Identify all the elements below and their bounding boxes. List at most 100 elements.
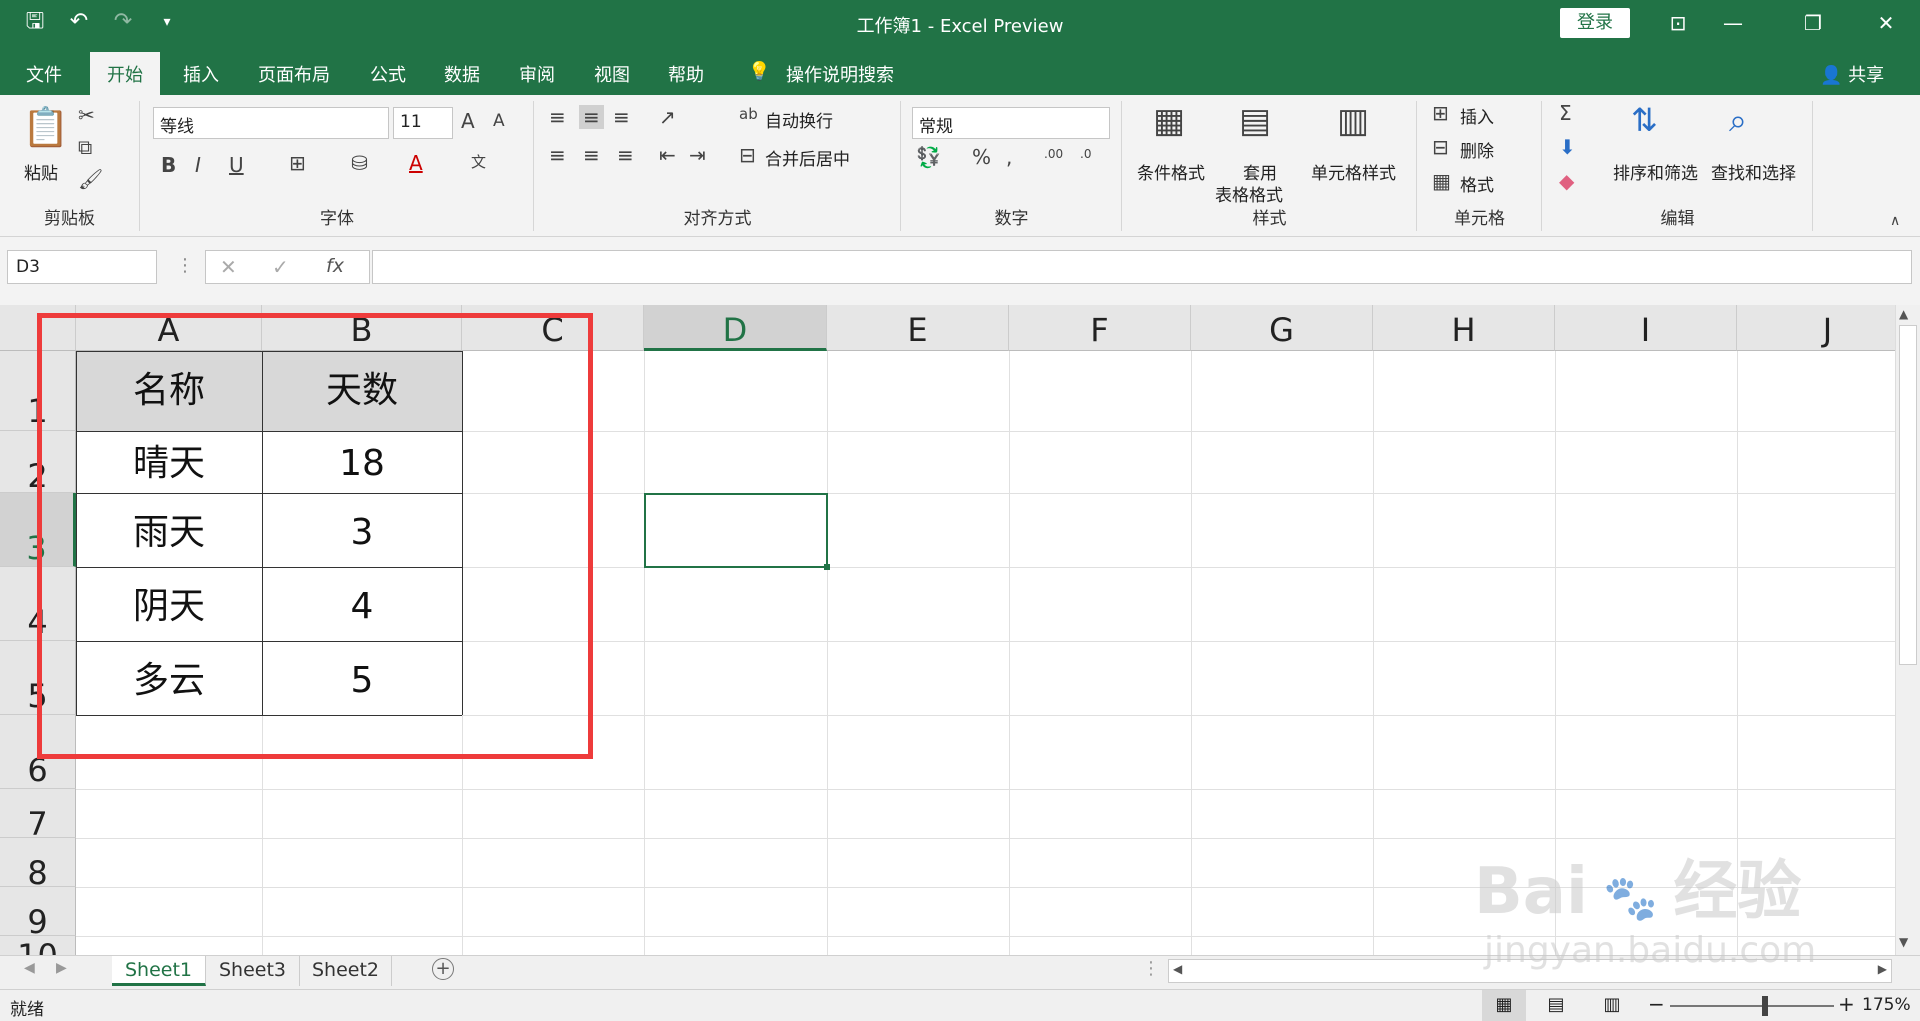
conditional-format-button[interactable]: 条件格式 — [1137, 159, 1205, 184]
percent-icon[interactable]: % — [972, 145, 991, 169]
column-header-h[interactable]: H — [1373, 305, 1555, 351]
tab-insert[interactable]: 插入 — [183, 61, 219, 87]
number-format-box[interactable]: 常规 — [912, 107, 1110, 139]
format-table-icon[interactable]: ▤ — [1239, 101, 1271, 141]
login-button[interactable]: 登录 — [1560, 8, 1630, 38]
tab-formulas[interactable]: 公式 — [370, 61, 406, 87]
comma-icon[interactable]: , — [1006, 145, 1012, 169]
restore-icon[interactable]: ❐ — [1795, 8, 1831, 38]
paste-icon[interactable]: 📋 — [22, 105, 69, 150]
sheet-tab-2[interactable]: Sheet2 — [300, 956, 392, 986]
insert-function-icon[interactable]: fx — [326, 255, 344, 277]
column-header-e[interactable]: E — [827, 305, 1009, 351]
scroll-down-icon[interactable]: ▼ — [1899, 935, 1908, 949]
column-header-j[interactable]: J — [1737, 305, 1895, 351]
autosum-icon[interactable]: Σ — [1559, 101, 1572, 125]
page-break-icon[interactable]: ▥ — [1594, 990, 1630, 1020]
increase-decimal-icon[interactable]: .00 — [1044, 147, 1063, 161]
scroll-up-icon[interactable]: ▲ — [1899, 307, 1908, 321]
format-cells-button[interactable]: 格式 — [1460, 171, 1494, 196]
column-header-d[interactable]: D — [644, 305, 827, 351]
decrease-font-icon[interactable]: A — [493, 111, 505, 131]
currency-icon[interactable]: 💱 — [916, 145, 941, 169]
share-button[interactable]: 👤 共享 — [1820, 61, 1884, 87]
fill-color-icon[interactable]: ⛁ — [351, 151, 368, 175]
tab-file[interactable]: 文件 — [26, 61, 62, 87]
split-handle[interactable]: ⋮ — [1142, 958, 1160, 979]
column-header-i[interactable]: I — [1555, 305, 1737, 351]
insert-cells-button[interactable]: 插入 — [1460, 103, 1494, 128]
row-header-7[interactable]: 7 — [0, 789, 76, 838]
align-center-icon[interactable]: ≡ — [583, 143, 600, 167]
tab-view[interactable]: 视图 — [594, 61, 630, 87]
vertical-scroll-thumb[interactable] — [1899, 325, 1917, 665]
increase-font-icon[interactable]: A — [461, 109, 475, 133]
align-right-icon[interactable]: ≡ — [617, 143, 634, 167]
italic-icon[interactable]: I — [195, 153, 201, 177]
page-layout-icon[interactable]: ▤ — [1538, 990, 1574, 1020]
align-left-icon[interactable]: ≡ — [549, 143, 566, 167]
column-header-g[interactable]: G — [1191, 305, 1373, 351]
vertical-scrollbar[interactable]: ▲ ▼ — [1895, 305, 1920, 955]
cancel-icon[interactable]: ✕ — [220, 255, 237, 279]
top-align-icon[interactable]: ≡ — [549, 105, 566, 129]
formula-input[interactable] — [372, 250, 1912, 284]
sheet-tab-3[interactable]: Sheet3 — [206, 956, 300, 986]
middle-align-icon[interactable]: ≡ — [579, 105, 604, 129]
format-cells-icon[interactable]: ▦ — [1432, 169, 1451, 193]
delete-cells-button[interactable]: 删除 — [1460, 137, 1494, 162]
cut-icon[interactable]: ✂ — [78, 103, 95, 127]
conditional-format-icon[interactable]: ▦ — [1153, 101, 1185, 141]
minimize-icon[interactable]: — — [1715, 8, 1751, 38]
normal-view-icon[interactable]: ▦ — [1482, 990, 1526, 1021]
collapse-ribbon-icon[interactable]: ∧ — [1890, 213, 1900, 229]
tab-home[interactable]: 开始 — [90, 52, 160, 95]
zoom-slider[interactable] — [1670, 1005, 1834, 1007]
font-size-box[interactable]: 11 — [393, 107, 453, 139]
format-painter-icon[interactable]: 🖌 — [78, 167, 103, 191]
tab-help[interactable]: 帮助 — [668, 61, 704, 87]
copy-icon[interactable]: ⧉ — [78, 135, 92, 159]
cell-styles-button[interactable]: 单元格样式 — [1311, 159, 1396, 184]
increase-indent-icon[interactable]: ⇥ — [689, 143, 706, 167]
tab-data[interactable]: 数据 — [444, 61, 480, 87]
font-name-box[interactable]: 等线 — [153, 107, 389, 139]
zoom-slider-thumb[interactable] — [1762, 996, 1768, 1016]
decrease-indent-icon[interactable]: ⇤ — [659, 143, 676, 167]
zoom-out-icon[interactable]: − — [1648, 992, 1665, 1016]
tab-page-layout[interactable]: 页面布局 — [258, 61, 330, 87]
clear-icon[interactable]: ◆ — [1559, 169, 1574, 193]
sheet-prev-icon[interactable]: ◀ — [24, 960, 35, 976]
add-sheet-icon[interactable]: + — [432, 958, 454, 980]
merge-center-button[interactable]: 合并后居中 — [765, 145, 850, 170]
merge-icon[interactable]: ⊟ — [739, 143, 756, 167]
cell-styles-icon[interactable]: ▥ — [1337, 101, 1369, 141]
border-icon[interactable]: ⊞ — [289, 151, 306, 175]
row-header-8[interactable]: 8 — [0, 838, 76, 887]
orientation-icon[interactable]: ↗ — [659, 105, 676, 129]
zoom-in-icon[interactable]: + — [1838, 992, 1855, 1016]
close-icon[interactable]: ✕ — [1868, 8, 1904, 38]
wrap-text-button[interactable]: 自动换行 — [765, 107, 833, 132]
name-box[interactable]: D3 — [7, 250, 157, 284]
sheet-tab-1[interactable]: Sheet1 — [112, 956, 206, 986]
tab-review[interactable]: 审阅 — [519, 61, 555, 87]
wrap-text-icon[interactable]: ab — [739, 105, 758, 123]
sort-filter-icon[interactable]: ⇅ — [1631, 101, 1658, 139]
scroll-left-icon[interactable]: ◀ — [1173, 962, 1182, 976]
zoom-level[interactable]: 175% — [1862, 995, 1911, 1015]
column-header-f[interactable]: F — [1009, 305, 1191, 351]
find-select-button[interactable]: 查找和选择 — [1711, 159, 1796, 184]
sort-filter-button[interactable]: 排序和筛选 — [1613, 159, 1698, 184]
active-cell-d3[interactable] — [644, 493, 830, 570]
find-select-icon[interactable]: ⌕ — [1729, 101, 1747, 140]
delete-cells-icon[interactable]: ⊟ — [1432, 135, 1449, 159]
row-header-10[interactable]: 10 — [0, 936, 76, 955]
insert-cells-icon[interactable]: ⊞ — [1432, 101, 1449, 125]
font-color-icon[interactable]: A — [409, 151, 423, 175]
bottom-align-icon[interactable]: ≡ — [613, 105, 630, 129]
ribbon-display-icon[interactable]: ⊡ — [1660, 8, 1696, 38]
scroll-right-icon[interactable]: ▶ — [1878, 962, 1887, 976]
underline-icon[interactable]: U — [229, 153, 244, 177]
fill-handle[interactable] — [824, 564, 830, 570]
